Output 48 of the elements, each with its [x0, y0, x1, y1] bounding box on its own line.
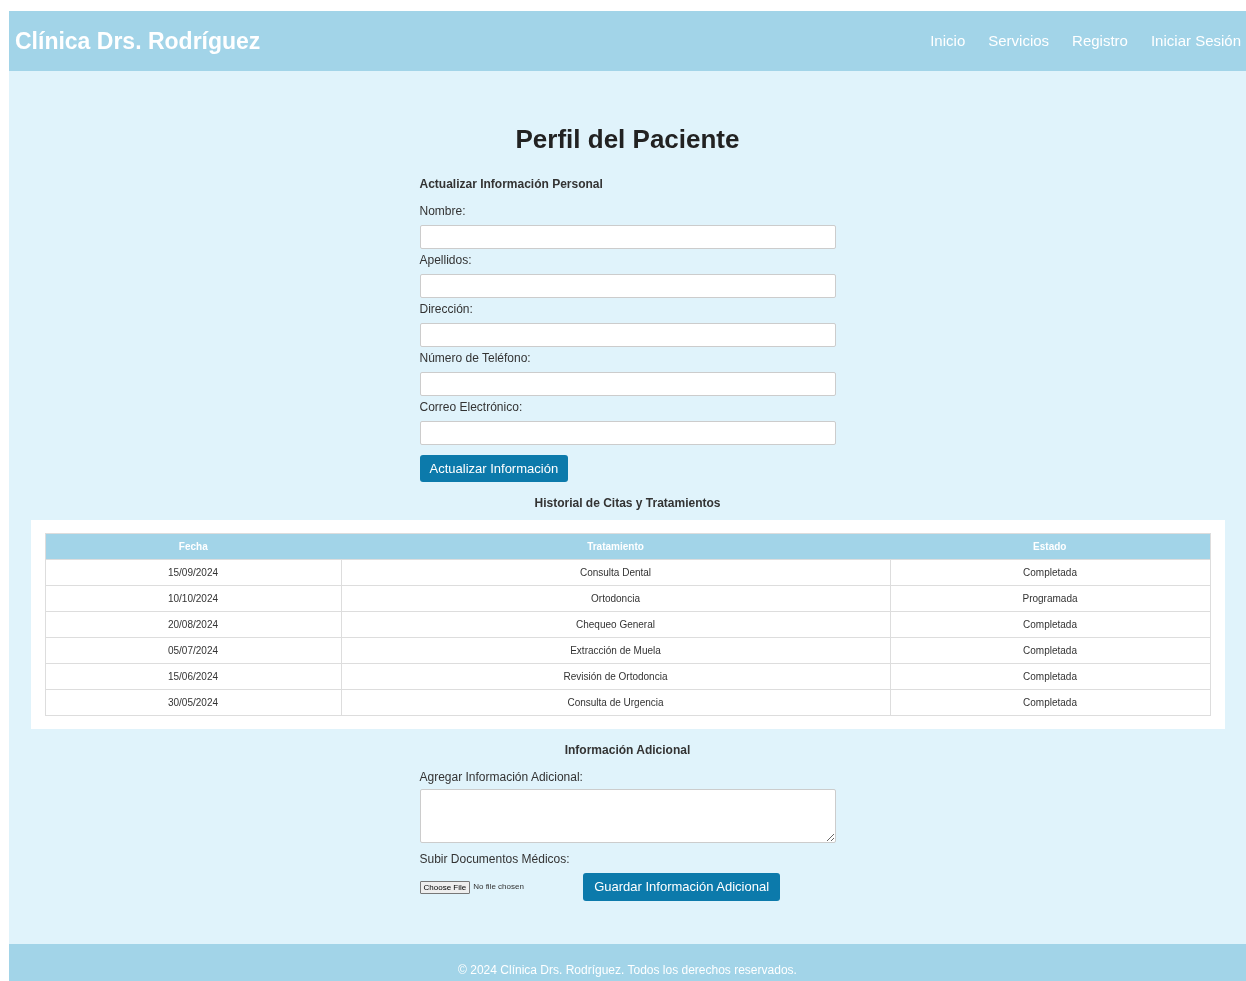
table-cell: Consulta Dental [341, 559, 890, 586]
table-cell: Completada [890, 689, 1210, 716]
text-area[interactable] [419, 789, 836, 843]
input-field[interactable] [419, 372, 836, 396]
field-label: Apellidos: [419, 252, 473, 268]
table-cell: 20/08/2024 [45, 611, 341, 638]
column-header: Estado [890, 533, 1210, 560]
update-button[interactable]: Actualizar Información [419, 455, 569, 482]
save-button[interactable]: Guardar Información Adicional [583, 873, 781, 901]
table-cell: Completada [890, 663, 1210, 690]
nav-link[interactable]: Iniciar Sesión [1150, 29, 1241, 53]
nav-link[interactable]: Servicios [988, 29, 1050, 53]
table-cell: 30/05/2024 [45, 689, 341, 716]
nav-link[interactable]: Registro [1072, 29, 1128, 53]
field-label: Agregar Información Adicional: [419, 769, 584, 785]
table-cell: 10/10/2024 [45, 585, 341, 612]
input-field[interactable] [419, 225, 836, 249]
table-cell: Completada [890, 611, 1210, 638]
field-label: Dirección: [419, 301, 474, 317]
table-cell: Extracción de Muela [341, 637, 890, 664]
field-label: Subir Documentos Médicos: [419, 851, 571, 867]
footer-text: © 2024 Clínica Drs. Rodríguez. Todos los derechos reservados. [458, 962, 797, 979]
field-label: Correo Electrónico: [419, 399, 524, 415]
table-cell: Programada [890, 585, 1210, 612]
table-cell: Ortodoncia [341, 585, 890, 612]
column-header: Fecha [45, 533, 341, 560]
table-cell: Completada [890, 637, 1210, 664]
file-status: No file chosen [473, 881, 525, 893]
table-cell: Chequeo General [341, 611, 890, 638]
table-cell: Completada [890, 559, 1210, 586]
choose-file-button[interactable]: Choose File [419, 880, 471, 894]
brand-title: Clínica Drs. Rodríguez [15, 26, 261, 56]
column-header: Tratamiento [341, 533, 890, 560]
input-field[interactable] [419, 323, 836, 347]
section-heading: Historial de Citas y Tratamientos [534, 495, 721, 512]
input-field[interactable] [419, 274, 836, 298]
field-label: Nombre: [419, 203, 467, 219]
table-cell: Consulta de Urgencia [341, 689, 890, 716]
input-field[interactable] [419, 421, 836, 445]
table-cell: 05/07/2024 [45, 637, 341, 664]
nav-link[interactable]: Inicio [930, 29, 966, 53]
section-heading: Información Adicional [564, 742, 691, 759]
table-cell: 15/06/2024 [45, 663, 341, 690]
section-heading: Actualizar Información Personal [419, 176, 604, 193]
field-label: Número de Teléfono: [419, 350, 532, 366]
table-cell: 15/09/2024 [45, 559, 341, 586]
page-title: Perfil del Paciente [515, 123, 740, 155]
table-cell: Revisión de Ortodoncia [341, 663, 890, 690]
